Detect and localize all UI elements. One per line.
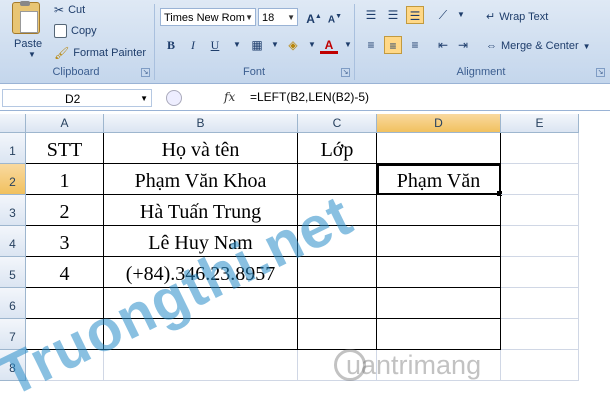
formula-input[interactable]: =LEFT(B2,LEN(B2)-5) [250, 90, 369, 104]
row-header-4[interactable]: 4 [0, 226, 26, 257]
copy-icon [54, 24, 67, 38]
cell-e1[interactable] [501, 133, 579, 164]
row-header-3[interactable]: 3 [0, 195, 26, 226]
cell-b8[interactable] [104, 350, 298, 381]
alignment-group-label: Alignment [456, 66, 506, 78]
bold-button[interactable]: B [162, 36, 180, 54]
cell-e3[interactable] [501, 195, 579, 226]
cell-b2[interactable]: Phạm Văn Khoa [104, 164, 298, 195]
row-header-5[interactable]: 5 [0, 257, 26, 288]
paintbrush-icon: 🖌 [54, 46, 70, 60]
column-header-b[interactable]: B [104, 114, 298, 133]
underline-dropdown-icon[interactable]: ▼ [228, 36, 246, 54]
font-color-button[interactable]: A [320, 36, 338, 54]
orientation-dropdown-icon[interactable]: ▼ [452, 6, 470, 24]
paste-dropdown-icon[interactable]: ▼ [28, 50, 36, 59]
wrap-text-button[interactable]: ↵ Wrap Text [486, 10, 548, 24]
cut-button[interactable]: ✂ Cut [54, 3, 85, 17]
chevron-down-icon: ▼ [582, 41, 591, 51]
cell-d5[interactable] [377, 257, 501, 288]
paste-icon[interactable] [12, 1, 40, 34]
select-all-corner[interactable] [0, 114, 26, 133]
fx-icon[interactable]: fx [224, 90, 235, 104]
cell-a5[interactable]: 4 [26, 257, 104, 288]
cell-e5[interactable] [501, 257, 579, 288]
cell-e8[interactable] [501, 350, 579, 381]
name-box[interactable]: D2 ▼ [2, 89, 152, 107]
paste-button[interactable]: Paste [14, 38, 42, 50]
column-header-c[interactable]: C [298, 114, 377, 133]
format-painter-button[interactable]: 🖌 Format Painter [54, 46, 146, 60]
cell-d7[interactable] [377, 319, 501, 350]
column-header-d[interactable]: D [377, 114, 501, 133]
column-header-a[interactable]: A [26, 114, 104, 133]
borders-dropdown-icon[interactable]: ▼ [266, 36, 284, 54]
expand-handle-icon[interactable] [166, 90, 182, 106]
formula-bar: D2 ▼ fx =LEFT(B2,LEN(B2)-5) [0, 86, 610, 111]
orientation-icon[interactable]: ⟋ [434, 6, 452, 24]
cell-c6[interactable] [298, 288, 377, 319]
align-center-icon[interactable]: ≡ [384, 36, 402, 54]
row-header-6[interactable]: 6 [0, 288, 26, 319]
cell-a3[interactable]: 2 [26, 195, 104, 226]
cell-e6[interactable] [501, 288, 579, 319]
alignment-launcher-icon[interactable]: ↘ [596, 68, 605, 77]
cell-d1[interactable] [377, 133, 501, 164]
cell-d2[interactable]: Phạm Văn [377, 164, 501, 195]
align-middle-icon[interactable]: ☰ [384, 6, 402, 24]
font-size-select[interactable]: 18 ▼ [258, 8, 298, 26]
increase-indent-icon[interactable]: ⇥ [454, 36, 472, 54]
chevron-down-icon: ▼ [245, 13, 253, 22]
clipboard-group-label: Clipboard [52, 66, 100, 78]
row-header-2[interactable]: 2 [0, 164, 26, 195]
align-bottom-icon[interactable]: ☰ [406, 6, 424, 24]
cell-a4[interactable]: 3 [26, 226, 104, 257]
merge-center-button[interactable]: ⇔ Merge & Center ▼ [486, 40, 591, 52]
fill-color-icon[interactable]: ◈ [284, 36, 302, 54]
align-left-icon[interactable]: ≡ [362, 36, 380, 54]
ribbon: Paste ▼ ✂ Cut Copy 🖌 Format Painter Clipbo… [0, 0, 610, 84]
font-group-label: Font [242, 66, 265, 78]
underline-button[interactable]: U [206, 36, 224, 54]
chevron-down-icon: ▼ [287, 13, 295, 22]
font-name-select[interactable]: Times New Rom ▼ [160, 8, 256, 26]
cell-e4[interactable] [501, 226, 579, 257]
column-header-e[interactable]: E [501, 114, 579, 133]
fill-dropdown-icon[interactable]: ▼ [303, 36, 321, 54]
align-top-icon[interactable]: ☰ [362, 6, 380, 24]
wrap-text-icon: ↵ [486, 11, 496, 23]
cell-c1[interactable]: Lớp [298, 133, 377, 164]
row-header-1[interactable]: 1 [0, 133, 26, 164]
cell-c7[interactable] [298, 319, 377, 350]
decrease-indent-icon[interactable]: ⇤ [434, 36, 452, 54]
cell-d4[interactable] [377, 226, 501, 257]
borders-icon[interactable]: ▦ [248, 36, 266, 54]
italic-button[interactable]: I [184, 36, 202, 54]
watermark-secondary: uantrimang [346, 350, 482, 380]
align-right-icon[interactable]: ≡ [406, 36, 424, 54]
cell-d3[interactable] [377, 195, 501, 226]
cell-e7[interactable] [501, 319, 579, 350]
cell-b1[interactable]: Họ và tên [104, 133, 298, 164]
chevron-down-icon[interactable]: ▼ [140, 90, 148, 108]
shrink-font-button[interactable]: A▼ [326, 8, 344, 26]
cell-e2[interactable] [501, 164, 579, 195]
grow-font-button[interactable]: A▲ [305, 8, 323, 26]
merge-icon: ⇔ [486, 40, 497, 52]
clipboard-launcher-icon[interactable]: ↘ [141, 68, 150, 77]
divider [354, 4, 355, 80]
font-launcher-icon[interactable]: ↘ [341, 68, 350, 77]
cell-a1[interactable]: STT [26, 133, 104, 164]
scissors-icon: ✂ [54, 3, 65, 17]
divider [154, 4, 155, 80]
copy-button[interactable]: Copy [54, 24, 97, 38]
cell-d6[interactable] [377, 288, 501, 319]
cell-a2[interactable]: 1 [26, 164, 104, 195]
